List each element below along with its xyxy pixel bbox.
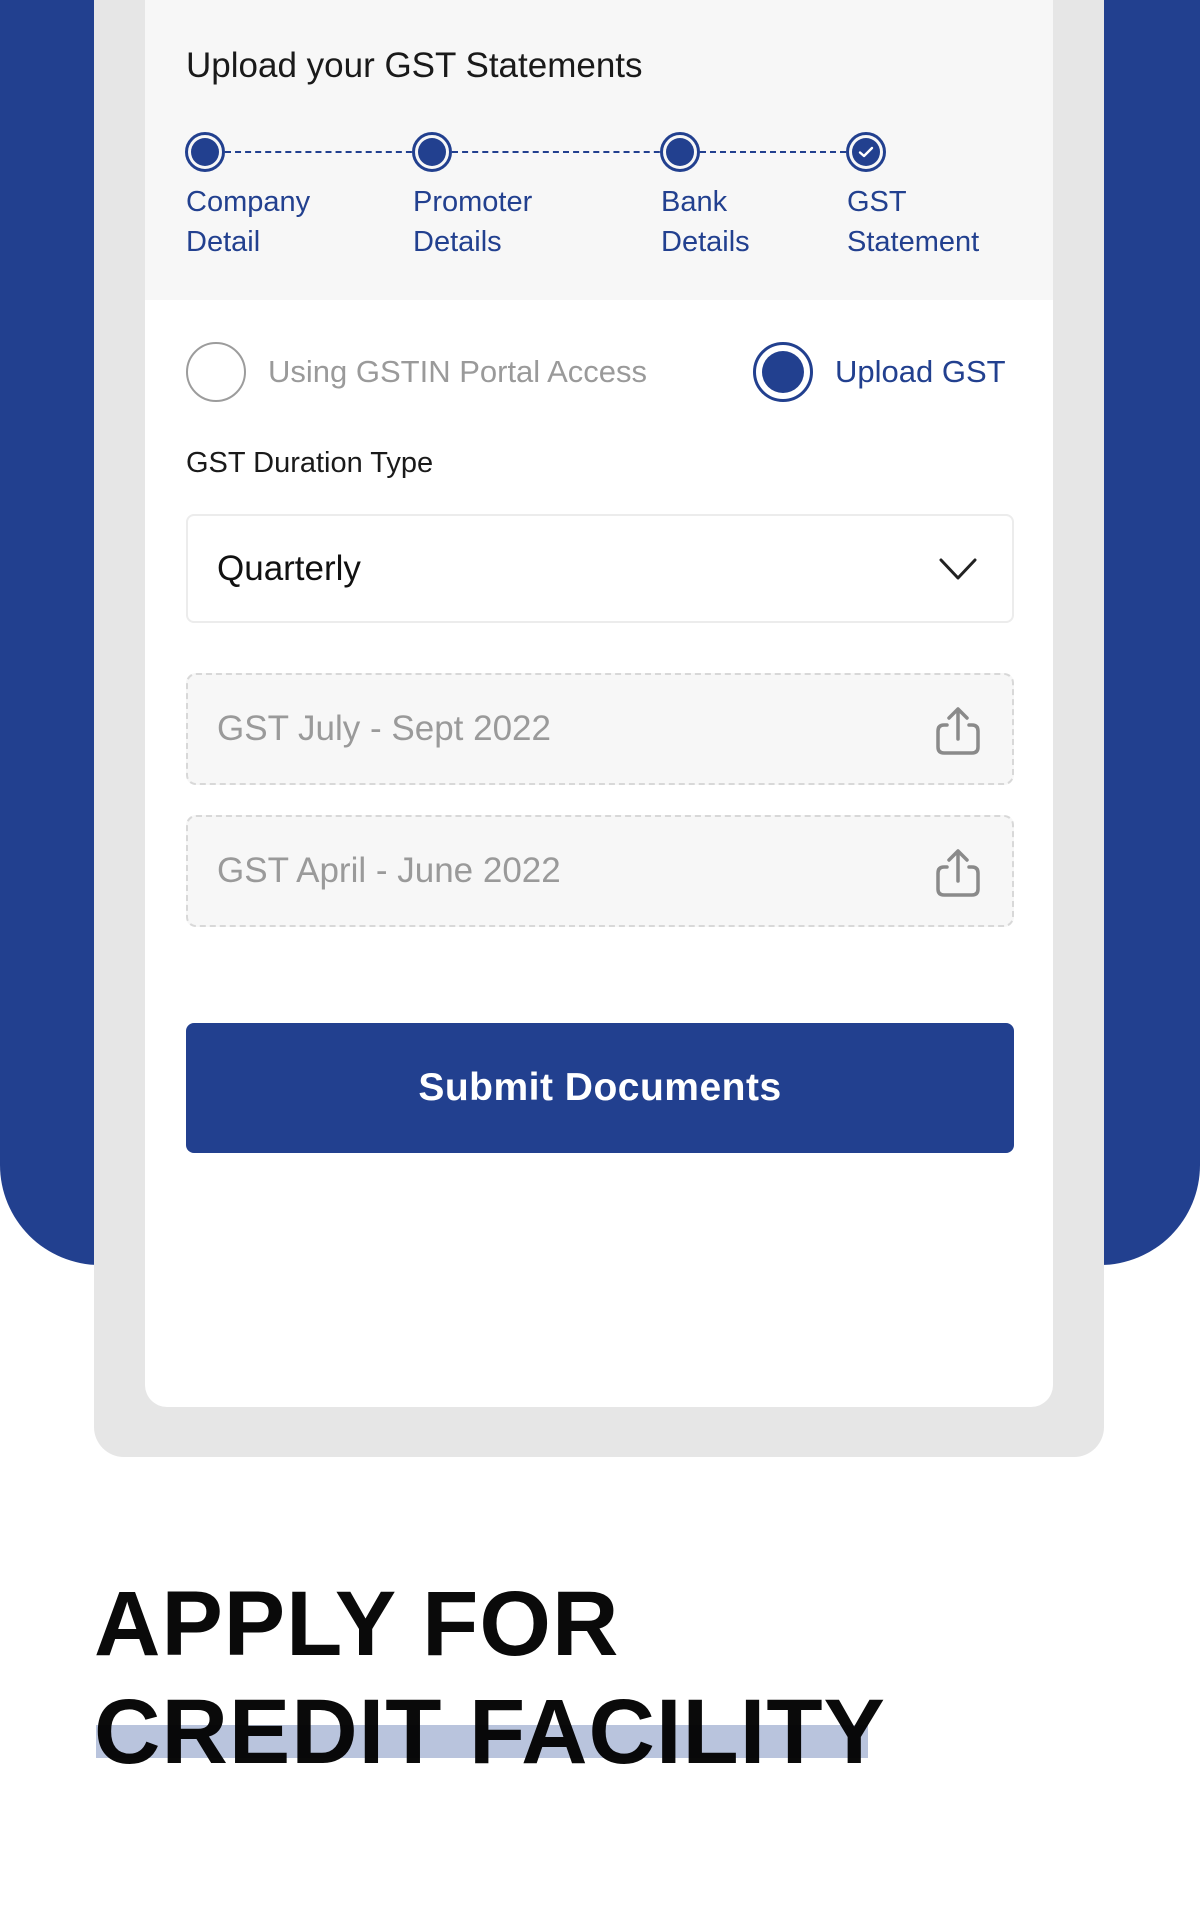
check-icon — [858, 146, 874, 158]
chevron-down-icon — [939, 558, 977, 580]
promo-headline: APPLY FOR CREDIT FACILITY — [94, 1570, 886, 1786]
step-dot-promoter[interactable] — [412, 132, 452, 172]
card-header: GST Statement Upload your GST Statements… — [145, 0, 1053, 300]
radio-label: Using GSTIN Portal Access — [268, 354, 648, 389]
gst-duration-dropdown[interactable]: Quarterly — [186, 514, 1014, 623]
radio-button[interactable] — [186, 342, 246, 402]
progress-stepper: Company Detail Promoter Details Bank Det… — [145, 0, 1053, 300]
step-label-bank[interactable]: Bank Details — [661, 182, 750, 262]
step-label-gst[interactable]: GST Statement — [847, 182, 979, 262]
upload-field-jul-sep-2022[interactable]: GST July - Sept 2022 — [186, 673, 1014, 785]
gst-duration-label: GST Duration Type — [186, 447, 434, 479]
headline-line-2: CREDIT FACILITY — [94, 1681, 886, 1783]
step-label-company[interactable]: Company Detail — [186, 182, 310, 262]
step-connector — [700, 151, 866, 153]
gst-source-radio-group: Using GSTIN Portal Access Upload GST — [145, 342, 1053, 402]
upload-icon[interactable] — [934, 705, 982, 757]
submit-documents-button[interactable]: Submit Documents — [186, 1023, 1014, 1153]
step-dot-bank[interactable] — [660, 132, 700, 172]
dropdown-value: Quarterly — [217, 548, 361, 588]
headline-line-1: APPLY FOR — [94, 1573, 620, 1675]
step-connector — [452, 151, 680, 153]
step-connector — [225, 151, 432, 153]
radio-upload-gst[interactable]: Upload GST — [753, 342, 1006, 402]
radio-button[interactable] — [753, 342, 813, 402]
upload-label: GST July - Sept 2022 — [217, 709, 551, 748]
step-dot-gst[interactable] — [846, 132, 886, 172]
upload-field-apr-jun-2022[interactable]: GST April - June 2022 — [186, 815, 1014, 927]
gst-statement-card: GST Statement Upload your GST Statements… — [145, 0, 1053, 1407]
upload-icon[interactable] — [934, 847, 982, 899]
radio-label: Upload GST — [835, 354, 1006, 389]
radio-gstin-portal-access[interactable]: Using GSTIN Portal Access — [186, 342, 647, 402]
upload-label: GST April - June 2022 — [217, 851, 561, 890]
step-dot-company[interactable] — [185, 132, 225, 172]
step-label-promoter[interactable]: Promoter Details — [413, 182, 532, 262]
